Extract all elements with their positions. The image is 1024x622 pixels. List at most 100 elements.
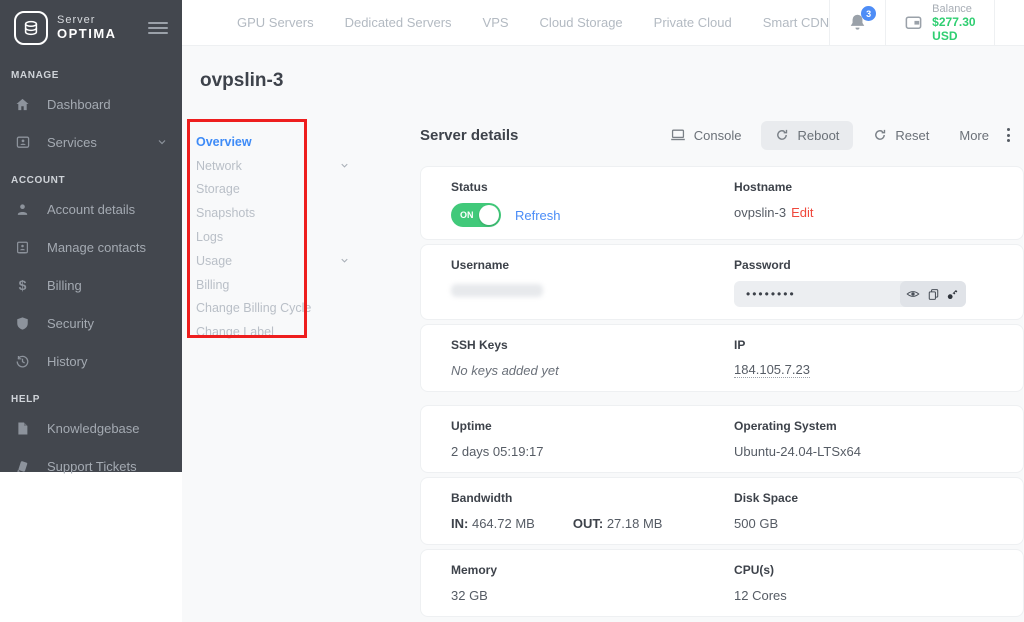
nav-private-cloud[interactable]: Private Cloud [654,15,732,30]
uptime-label: Uptime [451,419,492,433]
more-button[interactable]: More [949,121,991,150]
card-status-hostname: Status ON Refresh Hostname ovpslin-3 Edi… [420,166,1024,240]
main-content: ovpslin-3 Overview Network Storage Snaps… [182,46,1024,622]
notification-bell-icon[interactable]: 3 [848,6,877,32]
dollar-icon: $ [18,277,27,293]
top-bar-right: 3 Balance $277.30 USD [829,0,1024,45]
panel-actions: Console Reboot Reset More [660,120,1024,150]
bandwidth-out-value: 27.18 MB [606,515,663,531]
console-button[interactable]: Console [660,120,752,150]
edit-hostname-link[interactable]: Edit [791,205,813,220]
sidebar-item-manage-contacts[interactable]: Manage contacts [0,228,182,266]
os-label: Operating System [734,419,837,433]
show-password-eye-icon[interactable] [906,287,920,301]
balance-value: $277.30 USD [932,14,976,43]
submenu-item-usage[interactable]: Usage [182,249,420,273]
sidebar-section-account: ACCOUNT [11,175,66,186]
disk-space-label: Disk Space [734,491,799,505]
sidebar-item-dashboard[interactable]: Dashboard [0,85,182,123]
notifications-segment: 3 [829,0,885,45]
contacts-icon [14,240,31,255]
sidebar-item-label: Account details [47,201,136,217]
sidebar-item-label: Billing [47,277,82,293]
notification-count-badge: 3 [861,6,877,21]
sidebar: Server OPTIMA MANAGE Dashboard Services … [0,0,182,474]
reload-icon [775,128,789,142]
bandwidth-out-label: OUT: [572,515,604,531]
nav-vps[interactable]: VPS [483,15,509,30]
card-username-password: Username Password •••••••• [420,244,1024,320]
key-icon[interactable] [946,287,960,301]
hostname-label: Hostname [734,180,793,194]
console-icon [670,127,686,143]
sidebar-item-label: Manage contacts [47,239,147,255]
submenu-item-snapshots[interactable]: Snapshots [182,201,420,225]
sidebar-item-billing[interactable]: $ Billing [0,266,182,304]
sidebar-item-label: Security [47,315,94,331]
submenu-item-network[interactable]: Network [182,154,420,178]
person-icon [14,202,31,217]
card-memory-cpu: Memory 32 GB CPU(s) 12 Cores [420,549,1024,617]
memory-label: Memory [451,563,498,577]
submenu-item-storage[interactable]: Storage [182,178,420,202]
server-submenu: Overview Network Storage Snapshots Logs … [182,98,420,622]
server-details-panel: Server details Console Reboot Reset More… [420,98,1024,622]
sidebar-item-history[interactable]: History [0,342,182,380]
services-icon [14,134,31,150]
copy-icon[interactable] [927,288,940,301]
status-toggle[interactable]: ON [451,203,501,227]
uptime-value: 2 days 05:19:17 [451,443,544,459]
password-masked-value: •••••••• [746,287,796,301]
bandwidth-in-label: IN: [451,515,469,531]
reboot-button[interactable]: Reboot [761,120,854,150]
chevron-down-icon [339,160,350,171]
top-navigation: GPU Servers Dedicated Servers VPS Cloud … [237,0,829,45]
sidebar-item-knowledgebase[interactable]: Knowledgebase [0,409,182,447]
bandwidth-in-value: 464.72 MB [471,515,535,531]
password-label: Password [734,258,791,272]
balance-label: Balance [932,2,972,15]
panel-title: Server details [420,126,519,144]
submenu-item-logs[interactable]: Logs [182,225,420,249]
sidebar-item-account-details[interactable]: Account details [0,190,182,228]
chevron-down-icon [339,255,350,266]
reset-button[interactable]: Reset [863,121,939,150]
brand-name: Server OPTIMA [57,14,117,41]
database-icon [14,11,48,45]
toggle-knob [479,205,499,225]
brand-logo[interactable]: Server OPTIMA [0,0,182,56]
nav-cloud-storage[interactable]: Cloud Storage [540,15,623,30]
ip-value[interactable]: 184.105.7.23 [734,362,810,378]
menu-toggle-icon[interactable] [148,22,168,34]
submenu-item-change-billing-cycle[interactable]: Change Billing Cycle [182,297,420,321]
cpu-label: CPU(s) [734,563,775,577]
user-menu[interactable]: Welcome [1013,8,1024,37]
submenu-item-change-label[interactable]: Change Label [182,320,420,344]
sidebar-item-label: Knowledgebase [47,420,140,436]
nav-smart-cdn[interactable]: Smart CDN [763,15,829,30]
refresh-link[interactable]: Refresh [515,208,561,223]
sidebar-item-support-tickets[interactable]: Support Tickets [0,447,182,485]
submenu-item-overview[interactable]: Overview [182,130,420,154]
password-field[interactable]: •••••••• [734,281,967,307]
cpu-value: 12 Cores [734,587,787,603]
sidebar-section-help: HELP [11,394,41,405]
submenu-item-billing[interactable]: Billing [182,273,420,297]
ssh-keys-value: No keys added yet [451,362,559,378]
page-title: ovpslin-3 [200,70,284,91]
bandwidth-label: Bandwidth [451,491,513,505]
sidebar-item-label: History [47,353,88,369]
sidebar-item-label: Support Tickets [47,458,137,474]
sidebar-item-security[interactable]: Security [0,304,182,342]
ticket-icon [14,459,31,474]
kebab-menu-icon[interactable] [1003,124,1014,146]
app-window: Server OPTIMA MANAGE Dashboard Services … [0,0,1024,622]
server-detail-cards: Status ON Refresh Hostname ovpslin-3 Edi… [420,166,1024,617]
user-menu-segment[interactable]: Welcome [993,0,1024,45]
balance-segment[interactable]: Balance $277.30 USD [885,0,993,45]
nav-dedicated-servers[interactable]: Dedicated Servers [345,15,452,30]
nav-gpu-servers[interactable]: GPU Servers [237,15,314,30]
username-redacted-value [451,283,543,297]
sidebar-item-services[interactable]: Services [0,123,182,161]
top-bar: GPU Servers Dedicated Servers VPS Cloud … [182,0,1024,46]
